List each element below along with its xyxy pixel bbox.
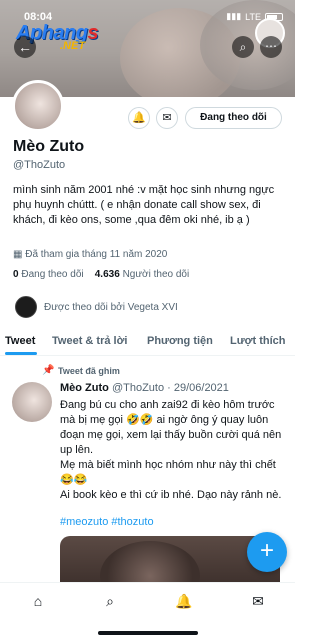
tweet-line: Đang bú cu cho anh zai92 đi kèo hôm trướ… [60,399,282,456]
following-link[interactable]: 0 Đang theo dõi [13,269,84,280]
profile-handle: @ThoZuto [13,159,66,171]
calendar-icon: ▦ [13,249,23,260]
tweet-media[interactable] [60,536,280,586]
message-button[interactable]: ✉ [156,107,178,129]
explore-search-icon[interactable]: ⌕ [100,591,120,611]
compose-plus-icon: + [259,537,274,564]
tweet-author-avatar[interactable] [12,382,52,422]
home-indicator [98,631,198,635]
tweet-line: Mẹ mà biết mình học nhóm như này thì chế… [60,459,276,486]
tab-likes[interactable]: Lượt thích [230,335,286,347]
watermark-suffix: .NET [60,40,86,52]
followers-link[interactable]: 4.636 Người theo dõi [95,269,189,280]
tab-media[interactable]: Phương tiện [147,335,213,347]
pinned-label: Tweet đã ghim [58,366,120,376]
profile-bio: mình sinh năm 2001 nhé :v mặt học sinh n… [13,184,275,226]
tweet-header: Mèo Zuto @ThoZuto · 29/06/2021 [60,382,229,394]
followed-by[interactable]: Được theo dõi bởi Vegeta XVI [15,296,178,318]
signal-icon: ▮▮▮ [226,11,242,21]
tweet-meta: @ThoZuto · 29/06/2021 [111,382,229,394]
more-button[interactable]: ⋯ [260,36,282,58]
notification-bell-plus-icon: 🔔 [132,112,146,124]
notifications-bell-icon[interactable]: 🔔 [174,591,194,611]
tab-tweets[interactable]: Tweet [5,335,35,347]
joined-date: ▦ Đã tham gia tháng 11 năm 2020 [13,249,168,260]
bottom-navigation: ⌂ ⌕ 🔔 ✉ [0,582,295,640]
network-label: LTE [245,11,261,22]
tweet-author-name[interactable]: Mèo Zuto [60,382,109,394]
pin-icon: 📌 [42,365,55,376]
more-icon: ⋯ [265,39,277,53]
tweet-body[interactable]: Đang bú cu cho anh zai92 đi kèo hôm trướ… [60,398,282,503]
following-button[interactable]: Đang theo dõi [185,107,282,129]
active-tab-indicator [5,352,37,355]
back-button[interactable]: ← [14,36,36,58]
mail-icon: ✉ [162,112,172,124]
follower-avatar [15,296,37,318]
home-icon[interactable]: ⌂ [28,591,48,611]
back-arrow-icon: ← [18,39,32,55]
profile-tabs: Tweet Tweet & trả lời Phương tiện Lượt t… [0,330,295,356]
compose-tweet-button[interactable]: + [247,532,287,572]
tweet-hashtags[interactable]: #meozuto #thozuto [60,516,154,528]
search-button[interactable]: ⌕ [232,36,254,58]
profile-avatar[interactable] [12,80,64,132]
tweet-line: Ai book kèo e thì cứ ib nhé. Dạo này rản… [60,489,282,501]
messages-mail-icon[interactable]: ✉ [248,591,268,611]
follow-stats: 0 Đang theo dõi 4.636 Người theo dõi [13,269,189,280]
tab-tweets-replies[interactable]: Tweet & trả lời [52,335,127,347]
profile-name: Mèo Zuto [13,138,85,155]
notification-toggle-button[interactable]: 🔔 [128,107,150,129]
search-icon: ⌕ [239,40,247,54]
